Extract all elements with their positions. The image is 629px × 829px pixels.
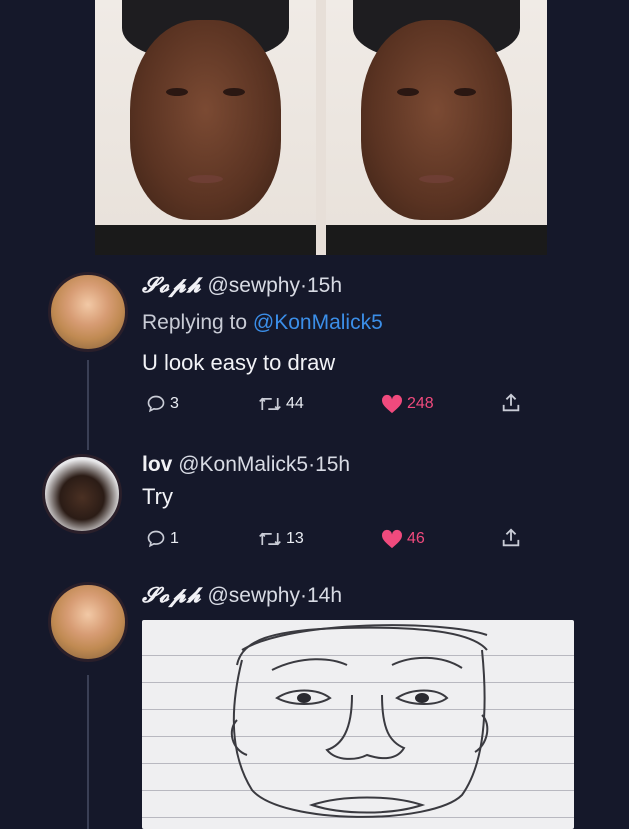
- display-name[interactable]: 𝓢𝓸𝓹𝓱: [142, 582, 202, 607]
- retweet-icon: [259, 397, 281, 411]
- separator: ·: [299, 584, 307, 607]
- share-icon: [502, 393, 520, 412]
- display-name[interactable]: 𝓢𝓸𝓹𝓱: [142, 272, 202, 297]
- reply-button[interactable]: 3: [146, 394, 179, 414]
- mouth: [418, 175, 455, 183]
- like-count: 46: [407, 530, 425, 547]
- handle[interactable]: @sewphy: [207, 584, 300, 607]
- reply-icon: [147, 395, 165, 413]
- avatar[interactable]: [48, 582, 128, 662]
- thread-line: [87, 675, 89, 829]
- timestamp[interactable]: 15h: [315, 453, 350, 476]
- mouth: [187, 175, 224, 183]
- share-button[interactable]: [500, 527, 522, 549]
- heart-icon: [381, 529, 403, 549]
- tweet-header: lov @KonMalick5·15h: [142, 453, 350, 477]
- pencil-sketch: [230, 624, 489, 818]
- like-count: 248: [407, 395, 434, 412]
- retweet-count: 13: [286, 530, 304, 547]
- shirt: [95, 225, 316, 255]
- photo-left[interactable]: [95, 0, 316, 255]
- retweet-icon: [259, 532, 281, 546]
- eye: [223, 88, 246, 96]
- tweet-header: 𝓢𝓸𝓹𝓱 @sewphy·15h: [142, 272, 342, 298]
- timestamp[interactable]: 14h: [307, 584, 342, 607]
- mention-link[interactable]: @KonMalick5: [253, 311, 383, 334]
- replying-to: Replying to @KonMalick5: [142, 311, 383, 335]
- reply-count: 3: [170, 395, 179, 412]
- reply-icon: [147, 530, 165, 548]
- eye: [396, 88, 419, 96]
- face: [130, 20, 281, 220]
- photo-right[interactable]: [326, 0, 547, 255]
- eye: [165, 88, 188, 96]
- retweet-button[interactable]: 13: [258, 529, 304, 549]
- separator: ·: [299, 274, 307, 297]
- like-button[interactable]: 46: [381, 529, 425, 549]
- heart-icon: [381, 394, 403, 414]
- thread-line: [87, 360, 89, 450]
- replying-to-label: Replying to: [142, 311, 248, 334]
- drawing-photo[interactable]: [142, 620, 574, 829]
- handle[interactable]: @KonMalick5: [178, 453, 308, 476]
- retweet-button[interactable]: 44: [258, 394, 304, 414]
- display-name[interactable]: lov: [142, 453, 172, 476]
- timestamp[interactable]: 15h: [307, 274, 342, 297]
- face: [361, 20, 512, 220]
- reply-button[interactable]: 1: [146, 529, 179, 549]
- avatar[interactable]: [48, 272, 128, 352]
- shirt: [326, 225, 547, 255]
- eye: [454, 88, 477, 96]
- separator: ·: [308, 453, 316, 476]
- share-icon: [502, 528, 520, 547]
- reply-count: 1: [170, 530, 179, 547]
- tweet-photo-pair[interactable]: [95, 0, 547, 255]
- tweet-text: Try: [142, 484, 173, 509]
- avatar[interactable]: [42, 454, 122, 534]
- retweet-count: 44: [286, 395, 304, 412]
- handle[interactable]: @sewphy: [207, 274, 300, 297]
- tweet-text: U look easy to draw: [142, 350, 336, 375]
- share-button[interactable]: [500, 392, 522, 414]
- tweet-header: 𝓢𝓸𝓹𝓱 @sewphy·14h: [142, 582, 342, 608]
- like-button[interactable]: 248: [381, 394, 434, 414]
